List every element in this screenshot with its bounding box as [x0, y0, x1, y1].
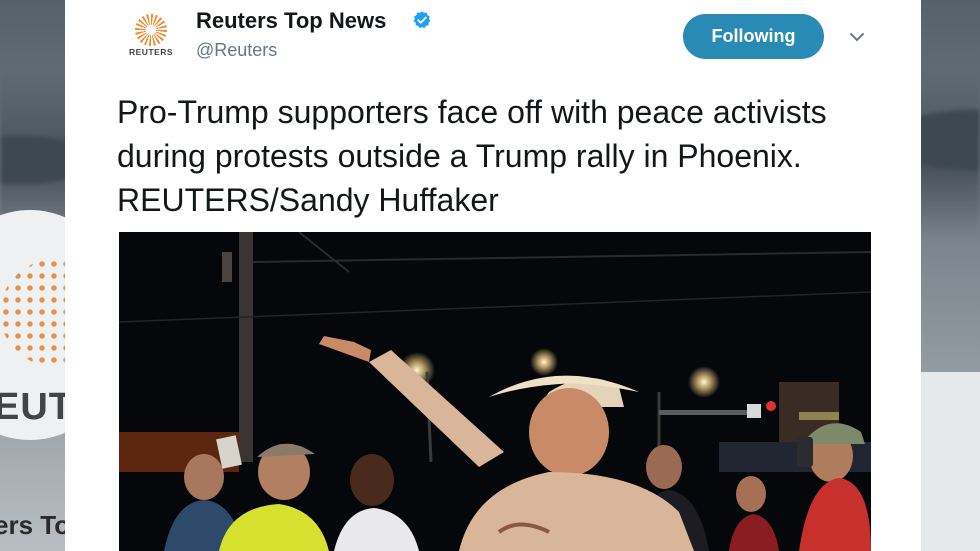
tweet-text: Pro-Trump supporters face off with peace…: [117, 94, 827, 218]
background-logo-text: EUT: [0, 386, 73, 428]
verified-badge-icon: [413, 11, 431, 29]
display-name[interactable]: Reuters Top News: [196, 8, 386, 34]
avatar-logo-text: REUTERS: [128, 47, 174, 57]
tweet-photo[interactable]: [119, 232, 871, 551]
protest-photo-illustration: [119, 232, 871, 551]
background-profile-name: ers To: [0, 510, 71, 540]
user-handle[interactable]: @Reuters: [196, 40, 277, 61]
chevron-down-icon[interactable]: [848, 28, 866, 46]
following-button[interactable]: Following: [683, 14, 824, 59]
reuters-logo-icon: [135, 14, 167, 46]
background-panel: [921, 372, 980, 551]
avatar[interactable]: REUTERS: [126, 14, 176, 64]
